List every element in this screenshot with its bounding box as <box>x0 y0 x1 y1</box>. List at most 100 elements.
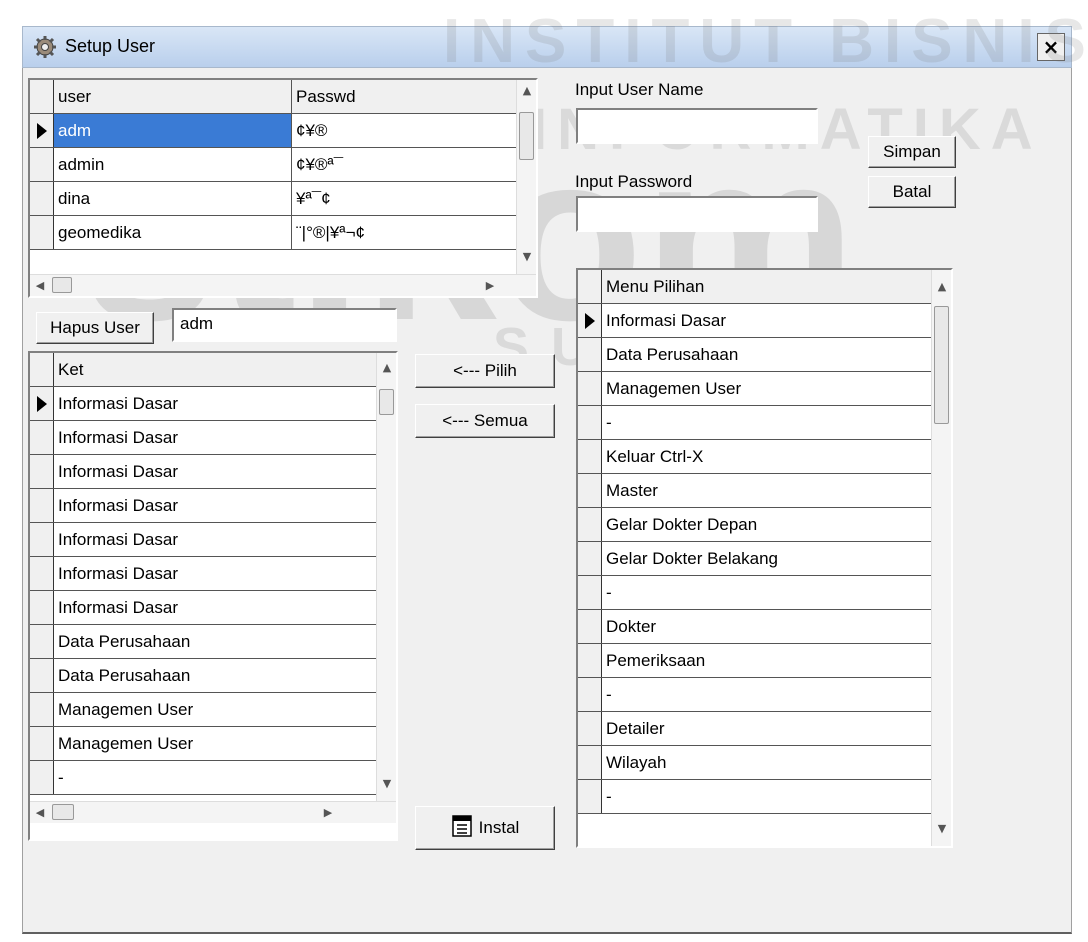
scroll-up-icon[interactable]: ▲ <box>377 361 396 374</box>
user-cell[interactable]: admin <box>54 148 292 181</box>
column-header-passwd[interactable]: Passwd <box>292 80 518 113</box>
menu-grid-vscroll[interactable]: ▲ ▼ <box>931 270 951 846</box>
ket-cell[interactable]: Informasi Dasar <box>54 523 376 556</box>
table-row[interactable]: adm ¢¥® <box>30 114 518 148</box>
table-row[interactable]: Master <box>578 474 931 508</box>
ket-grid[interactable]: Ket Informasi Dasar Informasi Dasar Informa… <box>28 351 398 841</box>
column-header[interactable]: Menu Pilihan <box>602 270 931 303</box>
menu-cell[interactable]: - <box>602 406 931 439</box>
instal-button[interactable]: Instal <box>415 806 555 850</box>
menu-cell[interactable]: Gelar Dokter Belakang <box>602 542 931 575</box>
passwd-cell[interactable]: ¢¥®ª¯ <box>292 148 518 181</box>
table-row[interactable]: Wilayah <box>578 746 931 780</box>
table-row[interactable]: - <box>578 576 931 610</box>
column-header[interactable]: Ket <box>54 353 376 386</box>
hapus-user-button[interactable]: Hapus User <box>36 312 154 344</box>
menu-cell[interactable]: Managemen User <box>602 372 931 405</box>
menu-cell[interactable]: Informasi Dasar <box>602 304 931 337</box>
scroll-right-icon[interactable]: ▶ <box>318 806 338 819</box>
scroll-up-icon[interactable]: ▲ <box>517 84 536 97</box>
passwd-cell[interactable]: ¨|°®|¥ª¬¢ <box>292 216 518 249</box>
menu-cell[interactable]: Detailer <box>602 712 931 745</box>
scroll-down-icon[interactable]: ▼ <box>377 777 396 790</box>
menu-cell[interactable]: Keluar Ctrl-X <box>602 440 931 473</box>
table-row[interactable]: Gelar Dokter Belakang <box>578 542 931 576</box>
close-button[interactable]: × <box>1037 33 1065 61</box>
ket-cell[interactable]: Informasi Dasar <box>54 421 376 454</box>
scroll-left-icon[interactable]: ◀ <box>30 279 50 292</box>
table-row[interactable]: Data Perusahaan <box>578 338 931 372</box>
pilih-button[interactable]: <--- Pilih <box>415 354 555 388</box>
table-row[interactable]: admin ¢¥®ª¯ <box>30 148 518 182</box>
table-row[interactable]: Gelar Dokter Depan <box>578 508 931 542</box>
hapus-user-input[interactable]: adm <box>172 308 397 342</box>
scroll-down-icon[interactable]: ▼ <box>932 822 951 835</box>
menu-pilihan-grid[interactable]: Menu Pilihan Informasi Dasar Data Perusaha… <box>576 268 953 848</box>
table-row[interactable]: Pemeriksaan <box>578 644 931 678</box>
user-grid[interactable]: user Passwd adm ¢¥® admin ¢¥®ª¯ dina ¥ª¯… <box>28 78 538 298</box>
table-row[interactable]: Managemen User <box>578 372 931 406</box>
menu-cell[interactable]: - <box>602 780 931 813</box>
table-row[interactable]: Informasi Dasar <box>30 557 376 591</box>
ket-cell[interactable]: Managemen User <box>54 727 376 760</box>
user-cell[interactable]: geomedika <box>54 216 292 249</box>
ket-cell[interactable]: Data Perusahaan <box>54 625 376 658</box>
ket-cell[interactable]: Informasi Dasar <box>54 489 376 522</box>
ket-cell[interactable]: Managemen User <box>54 693 376 726</box>
table-row[interactable]: Managemen User <box>30 693 376 727</box>
passwd-cell[interactable]: ¢¥® <box>292 114 518 147</box>
ket-cell[interactable]: Informasi Dasar <box>54 591 376 624</box>
menu-cell[interactable]: Master <box>602 474 931 507</box>
scroll-left-icon[interactable]: ◀ <box>30 806 50 819</box>
table-row[interactable]: Data Perusahaan <box>30 625 376 659</box>
user-name-input[interactable] <box>576 108 818 144</box>
table-row[interactable]: - <box>30 761 376 795</box>
scroll-thumb[interactable] <box>52 804 74 820</box>
table-row[interactable]: geomedika ¨|°®|¥ª¬¢ <box>30 216 518 250</box>
column-header-user[interactable]: user <box>54 80 292 113</box>
ket-grid-vscroll[interactable]: ▲ ▼ <box>376 353 396 801</box>
scroll-right-icon[interactable]: ▶ <box>480 279 500 292</box>
semua-button[interactable]: <--- Semua <box>415 404 555 438</box>
scroll-thumb[interactable] <box>519 112 534 160</box>
table-row[interactable]: Informasi Dasar <box>30 421 376 455</box>
menu-cell[interactable]: Dokter <box>602 610 931 643</box>
menu-cell[interactable]: - <box>602 576 931 609</box>
menu-cell[interactable]: Wilayah <box>602 746 931 779</box>
table-row[interactable]: Informasi Dasar <box>30 523 376 557</box>
table-row[interactable]: Detailer <box>578 712 931 746</box>
scroll-thumb[interactable] <box>934 306 949 424</box>
ket-cell[interactable]: Informasi Dasar <box>54 557 376 590</box>
ket-grid-hscroll[interactable]: ◀ ▶ <box>30 801 396 823</box>
table-row[interactable]: Informasi Dasar <box>30 455 376 489</box>
table-row[interactable]: - <box>578 406 931 440</box>
user-cell[interactable]: dina <box>54 182 292 215</box>
scroll-thumb[interactable] <box>379 389 394 415</box>
menu-cell[interactable]: Data Perusahaan <box>602 338 931 371</box>
user-grid-hscroll[interactable]: ◀ ▶ <box>30 274 536 296</box>
password-input[interactable] <box>576 196 818 232</box>
table-row[interactable]: dina ¥ª¯¢ <box>30 182 518 216</box>
table-row[interactable]: - <box>578 678 931 712</box>
menu-cell[interactable]: Gelar Dokter Depan <box>602 508 931 541</box>
scroll-thumb[interactable] <box>52 277 72 293</box>
table-row[interactable]: Managemen User <box>30 727 376 761</box>
simpan-button[interactable]: Simpan <box>868 136 956 168</box>
ket-cell[interactable]: Informasi Dasar <box>54 387 376 420</box>
menu-cell[interactable]: Pemeriksaan <box>602 644 931 677</box>
ket-cell[interactable]: Data Perusahaan <box>54 659 376 692</box>
ket-cell[interactable]: Informasi Dasar <box>54 455 376 488</box>
batal-button[interactable]: Batal <box>868 176 956 208</box>
table-row[interactable]: Informasi Dasar <box>578 304 931 338</box>
table-row[interactable]: Informasi Dasar <box>30 387 376 421</box>
table-row[interactable]: Informasi Dasar <box>30 591 376 625</box>
table-row[interactable]: - <box>578 780 931 814</box>
user-grid-vscroll[interactable]: ▲ ▼ <box>516 80 536 274</box>
ket-cell[interactable]: - <box>54 761 376 794</box>
user-cell[interactable]: adm <box>54 114 292 147</box>
table-row[interactable]: Data Perusahaan <box>30 659 376 693</box>
passwd-cell[interactable]: ¥ª¯¢ <box>292 182 518 215</box>
scroll-up-icon[interactable]: ▲ <box>932 280 951 293</box>
table-row[interactable]: Dokter <box>578 610 931 644</box>
table-row[interactable]: Informasi Dasar <box>30 489 376 523</box>
